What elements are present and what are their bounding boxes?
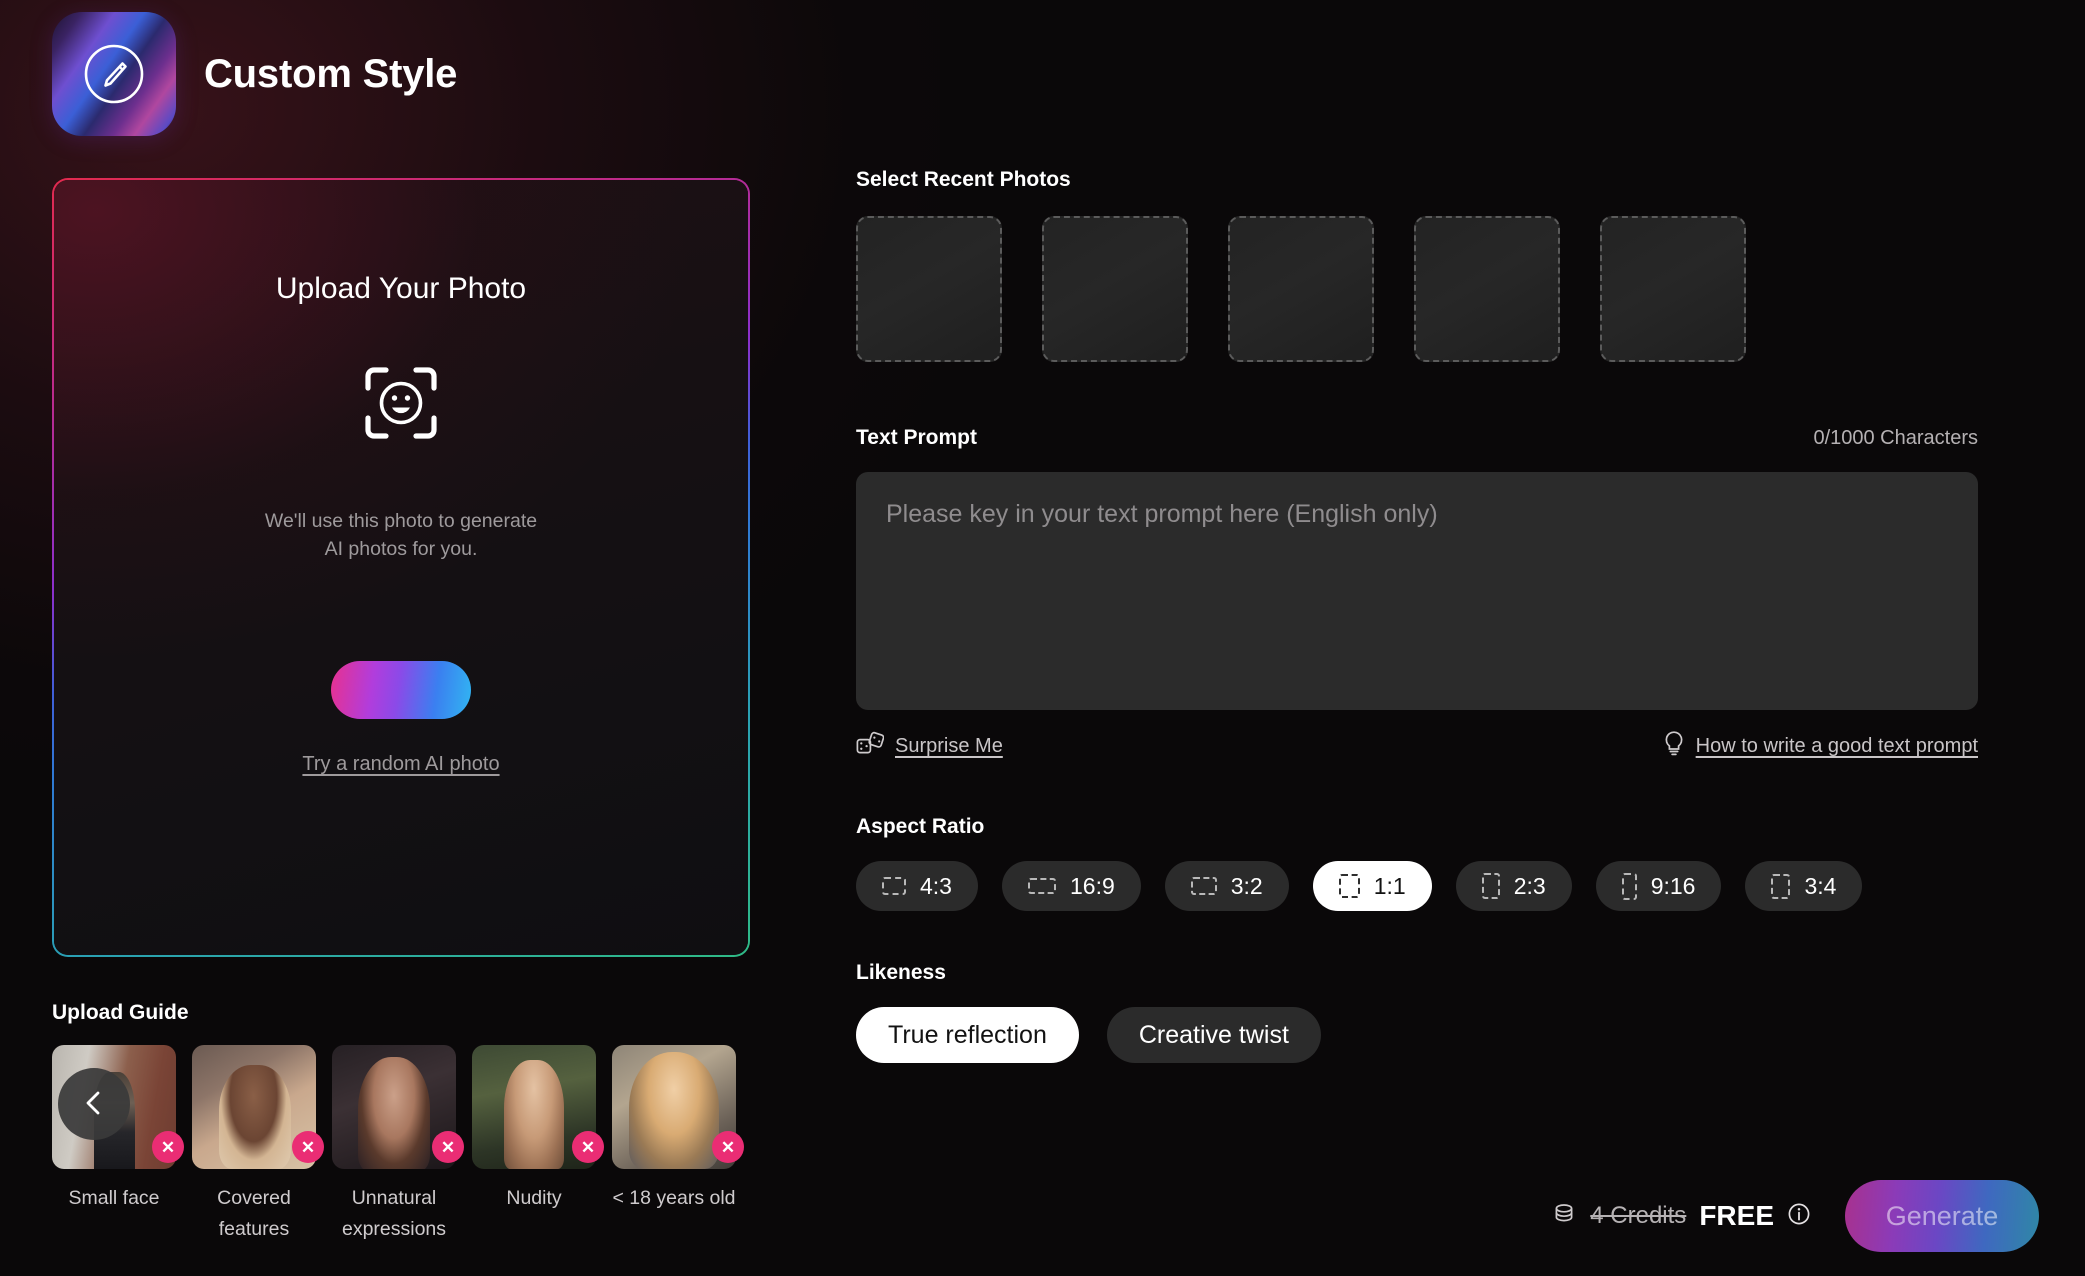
upload-guide-title: Upload Guide	[52, 1001, 189, 1024]
likeness-title: Likeness	[856, 961, 946, 984]
x-icon: ✕	[432, 1131, 464, 1163]
page-header: Custom Style	[52, 12, 457, 136]
try-random-ai-photo-link[interactable]: Try a random AI photo	[302, 753, 499, 776]
likeness-options: True reflection Creative twist	[856, 1007, 1978, 1063]
upload-guide-item[interactable]: ✕ Unnatural expressions	[332, 1045, 464, 1245]
upload-guide-section: Upload Guide ✕ Small face ✕ Covered feat…	[52, 1001, 812, 1245]
aspect-ratio-title: Aspect Ratio	[856, 815, 985, 838]
aspect-ratio-label: 4:3	[920, 872, 952, 899]
upload-guide-item-label: Nudity	[506, 1187, 562, 1209]
aspect-glyph-icon	[1027, 878, 1056, 894]
x-icon: ✕	[712, 1131, 744, 1163]
dice-icon	[856, 731, 885, 762]
prompt-links-row: Surprise Me How to write a good text pro…	[856, 730, 1978, 763]
x-icon: ✕	[152, 1131, 184, 1163]
lightbulb-icon	[1663, 730, 1685, 763]
footer-bar: 4 Credits FREE Generate	[1551, 1180, 2039, 1252]
upload-guide-item-label: Small face	[68, 1187, 160, 1209]
likeness-option-creative-twist[interactable]: Creative twist	[1106, 1007, 1321, 1063]
upload-subtitle: We'll use this photo to generate AI phot…	[265, 507, 537, 563]
guide-thumb-wrap: ✕	[612, 1045, 744, 1169]
left-column: Upload Your Photo We'll use this photo t…	[52, 178, 750, 1245]
how-to-write-prompt-link[interactable]: How to write a good text prompt	[1663, 730, 1978, 763]
surprise-me-label: Surprise Me	[895, 735, 1003, 757]
x-icon: ✕	[572, 1131, 604, 1163]
recent-photo-slot[interactable]	[1414, 216, 1560, 362]
credits-free-label: FREE	[1699, 1200, 1774, 1231]
coins-icon	[1551, 1201, 1577, 1232]
x-icon: ✕	[292, 1131, 324, 1163]
aspect-glyph-icon	[1621, 872, 1637, 900]
aspect-ratio-option-4-3[interactable]: 4:3	[856, 861, 978, 911]
aspect-ratio-option-9-16[interactable]: 9:16	[1595, 861, 1722, 911]
guide-thumb-wrap: ✕	[472, 1045, 604, 1169]
custom-style-page: Custom Style Upload Your Photo We'll use…	[0, 0, 2085, 1276]
generate-button[interactable]: Generate	[1845, 1180, 2039, 1252]
upload-subtitle-line1: We'll use this photo to generate	[264, 510, 538, 532]
aspect-ratio-option-3-4[interactable]: 3:4	[1745, 861, 1863, 911]
text-prompt-title: Text Prompt	[856, 426, 977, 449]
text-prompt-input[interactable]	[856, 472, 1978, 710]
aspect-ratio-option-3-2[interactable]: 3:2	[1164, 861, 1289, 911]
upload-guide-item-label: Unnatural expressions	[341, 1187, 447, 1240]
upload-subtitle-line2: AI photos for you.	[324, 538, 478, 560]
aspect-ratio-label: 1:1	[1373, 872, 1406, 899]
upload-panel-inner: Upload Your Photo We'll use this photo t…	[54, 180, 748, 955]
aspect-ratio-label: 9:16	[1650, 872, 1696, 899]
face-scan-icon	[364, 366, 438, 445]
chevron-left-icon	[79, 1088, 109, 1121]
text-prompt-header: Text Prompt 0/1000 Characters	[856, 426, 1978, 450]
right-column: Select Recent Photos Text Prompt 0/1000 …	[856, 168, 1978, 1063]
recent-photos-title: Select Recent Photos	[856, 168, 1071, 191]
upload-guide-item[interactable]: ✕ Nudity	[472, 1045, 604, 1245]
aspect-ratio-option-2-3[interactable]: 2:3	[1455, 861, 1572, 911]
recent-photo-slot[interactable]	[1600, 216, 1746, 362]
upload-heading: Upload Your Photo	[275, 272, 527, 305]
aspect-glyph-icon	[1771, 873, 1791, 899]
upload-photo-button[interactable]	[331, 661, 471, 719]
upload-guide-item[interactable]: ✕ < 18 years old	[612, 1045, 744, 1245]
recent-photo-slot[interactable]	[1228, 216, 1374, 362]
guide-thumb-wrap: ✕	[332, 1045, 464, 1169]
upload-guide-item-label: < 18 years old	[612, 1187, 736, 1209]
aspect-ratio-label: 3:4	[1804, 872, 1837, 899]
pencil-circle-icon	[52, 12, 176, 136]
aspect-ratio-label: 16:9	[1069, 872, 1115, 899]
how-to-write-prompt-label: How to write a good text prompt	[1695, 735, 1978, 757]
character-count: 0/1000 Characters	[1813, 427, 1978, 449]
surprise-me-link[interactable]: Surprise Me	[856, 731, 1003, 762]
credits-group: 4 Credits FREE	[1551, 1200, 1811, 1232]
aspect-glyph-icon	[1481, 873, 1500, 899]
likeness-option-true-reflection[interactable]: True reflection	[856, 1007, 1079, 1063]
aspect-ratio-options: 4:3 16:9 3:2 1:1 2:3 9:16 3:4	[856, 861, 1978, 911]
aspect-ratio-option-16-9[interactable]: 16:9	[1001, 861, 1141, 911]
aspect-ratio-label: 2:3	[1513, 872, 1546, 899]
aspect-ratio-option-1-1[interactable]: 1:1	[1312, 861, 1432, 911]
aspect-glyph-icon	[882, 877, 906, 895]
aspect-glyph-icon	[1338, 874, 1360, 898]
credits-original-price: 4 Credits	[1590, 1202, 1687, 1229]
info-icon[interactable]	[1787, 1202, 1811, 1231]
upload-guide-carousel: ✕ Small face ✕ Covered features ✕ Unnatu…	[52, 1045, 812, 1245]
carousel-prev-button[interactable]	[58, 1068, 130, 1140]
aspect-glyph-icon	[1190, 877, 1217, 895]
recent-photos-row	[856, 216, 1978, 362]
page-title: Custom Style	[204, 51, 458, 96]
aspect-ratio-label: 3:2	[1230, 872, 1263, 899]
guide-thumb-wrap: ✕	[192, 1045, 324, 1169]
upload-guide-item-label: Covered features	[217, 1187, 291, 1240]
recent-photo-slot[interactable]	[1042, 216, 1188, 362]
upload-photo-panel[interactable]: Upload Your Photo We'll use this photo t…	[52, 178, 750, 957]
upload-guide-item[interactable]: ✕ Covered features	[192, 1045, 324, 1245]
recent-photo-slot[interactable]	[856, 216, 1002, 362]
